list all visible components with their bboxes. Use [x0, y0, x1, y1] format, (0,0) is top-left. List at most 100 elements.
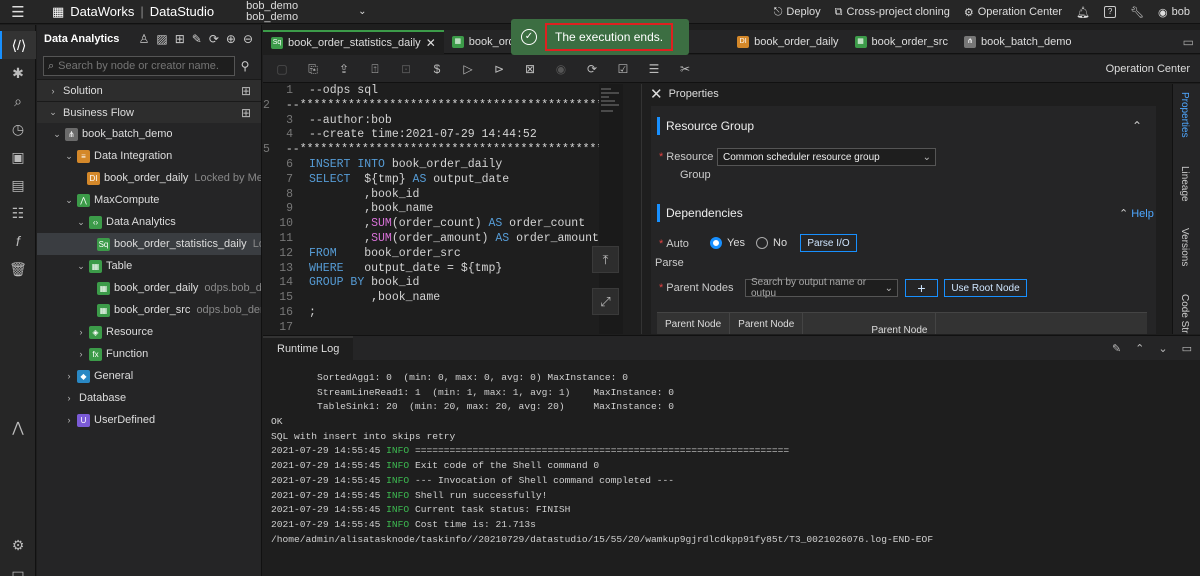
trash-icon[interactable]: 🗑︎ — [0, 255, 36, 283]
chevron-down-icon: ⌄ — [77, 260, 85, 271]
steal-lock-icon[interactable]: ⍐ — [366, 60, 384, 78]
preview-icon[interactable]: ⊠ — [521, 60, 539, 78]
tree-item-table-book-order-daily[interactable]: ▦ book_order_daily odps.bob_demo — [37, 277, 261, 299]
tree-item-function[interactable]: › fx Function — [37, 343, 261, 365]
briefcase-icon[interactable]: ▣ — [0, 143, 36, 171]
save-icon[interactable]: ▢ — [273, 60, 291, 78]
grid-icon[interactable]: ⊞ — [241, 84, 251, 98]
auto-parse-yes-radio[interactable]: Yes — [710, 237, 745, 249]
cross-project-link[interactable]: ⧉ Cross-project cloning — [835, 6, 950, 19]
tree-item-maxcompute[interactable]: ⌄ ⋀ MaxCompute — [37, 189, 261, 211]
pin-icon[interactable]: ✎ — [1112, 342, 1121, 355]
tree-item-table[interactable]: ⌄ ▦ Table — [37, 255, 261, 277]
help-icon[interactable]: ? — [1104, 6, 1117, 18]
tab-code-structure[interactable]: Code Str — [1179, 294, 1190, 333]
tab-book-order-statistics-daily[interactable]: Sq book_order_statistics_daily ✕ — [263, 29, 444, 54]
tree-item-book-order-statistics-daily[interactable]: Sq book_order_statistics_daily Locked — [37, 233, 261, 255]
auto-parse-no-radio[interactable]: No — [756, 237, 787, 249]
operation-center-link[interactable]: ⚙ Operation Center — [964, 6, 1062, 19]
log-line: 2021-07-29 14:55:45 INFO Exit code of th… — [271, 460, 600, 472]
grid-icon[interactable]: ⊞ — [241, 106, 251, 120]
run-icon[interactable]: ▷ — [459, 60, 477, 78]
tree-item-data-integration[interactable]: ⌄ ≡ Data Integration — [37, 145, 261, 167]
parent-node-search[interactable]: Search by output name or outpu ⌄ — [745, 277, 898, 299]
log-line: 2021-07-29 14:55:45 INFO --- Invocation … — [271, 474, 675, 486]
filter-icon[interactable]: ⚲ — [235, 59, 255, 73]
lineage-icon[interactable]: ⋀ — [0, 413, 36, 441]
code-icon[interactable]: ⟨/⟩ — [0, 31, 36, 59]
tab-book-batch-demo[interactable]: ⋔ book_batch_demo — [956, 30, 1080, 54]
cost-estimate-icon[interactable]: $ — [428, 60, 446, 78]
add-parent-button[interactable]: + — [905, 279, 938, 297]
bell-icon[interactable]: 🔔︎ — [1076, 6, 1090, 19]
minimize-icon[interactable]: ⌄ — [1158, 342, 1167, 355]
edit-icon[interactable]: ✎ — [192, 32, 202, 46]
settings-icon[interactable]: ⚙ — [0, 531, 36, 559]
table-icon: ▦ — [854, 35, 867, 48]
operation-center-button[interactable]: Operation Center — [1106, 63, 1190, 75]
use-root-node-button[interactable]: Use Root Node — [944, 279, 1027, 297]
tabs-more-icon[interactable]: ▭ — [1183, 35, 1200, 49]
search-input[interactable] — [58, 60, 219, 72]
chevron-down-icon[interactable]: ⌄ — [358, 6, 366, 17]
person-filter-icon[interactable]: ♙ — [139, 32, 150, 46]
collapse-all-icon[interactable]: ⊖ — [243, 32, 253, 46]
puzzle-icon[interactable]: ✱ — [0, 59, 36, 87]
refresh-icon[interactable]: ⟳ — [209, 32, 219, 46]
tree-item-database[interactable]: › Database — [37, 387, 261, 409]
tab-properties[interactable]: Properties — [1179, 92, 1190, 138]
runtime-log[interactable]: SortedAgg1: 0 (min: 0, max: 0, avg: 0) M… — [263, 361, 1200, 576]
tab-versions[interactable]: Versions — [1179, 228, 1190, 266]
clock-icon[interactable]: ◷ — [0, 115, 36, 143]
list-settings-icon[interactable]: ☷ — [0, 199, 36, 227]
tab-book-order-daily-di[interactable]: DI book_order_daily — [729, 30, 846, 54]
lock-icon[interactable]: ⊡ — [397, 60, 415, 78]
close-icon[interactable]: ✕ — [426, 36, 436, 50]
help-link[interactable]: ⌃ Help — [1119, 207, 1154, 220]
new-file-icon[interactable]: ⊞ — [175, 32, 185, 46]
code-editor[interactable]: 1 --odps sql 2 --*************************… — [263, 84, 599, 334]
tree-item-general[interactable]: › ◆ General — [37, 365, 261, 387]
stop-icon[interactable]: ◉ — [552, 60, 570, 78]
scroll-top-icon[interactable]: ⤒ — [592, 246, 619, 273]
tree-section-business-flow[interactable]: ⌄ Business Flow ⊞ — [37, 101, 261, 123]
search-icon[interactable]: ⌕ — [0, 87, 36, 115]
tree-item-book-batch-demo[interactable]: ⌄ ⋔ book_batch_demo — [37, 123, 261, 145]
tab-book-order-src[interactable]: ▦ book_order_src — [847, 30, 956, 54]
tree-item-data-analytics[interactable]: ⌄ ‹› Data Analytics — [37, 211, 261, 233]
tree-item-book-order-daily-di[interactable]: DI book_order_daily Locked by Me Jul 29 — [37, 167, 261, 189]
tree-item-table-book-order-src[interactable]: ▦ book_order_src odps.bob_demo — [37, 299, 261, 321]
user-menu[interactable]: ◉ bob — [1158, 6, 1190, 19]
locate-icon[interactable]: ⊕ — [226, 32, 236, 46]
tools-icon[interactable]: ✂ — [676, 60, 694, 78]
tree-item-userdefined[interactable]: › U UserDefined — [37, 409, 261, 431]
table-icon[interactable]: ▤ — [0, 171, 36, 199]
chevron-up-icon[interactable]: ⌃ — [1132, 119, 1142, 133]
menu-icon[interactable]: ☰ — [0, 0, 36, 24]
parse-io-button[interactable]: Parse I/O — [800, 234, 857, 252]
save-as-icon[interactable]: ⎘ — [304, 60, 322, 78]
right-panel-tabs: Properties Lineage Versions Code Str — [1172, 84, 1200, 334]
run-with-params-icon[interactable]: ⊳ — [490, 60, 508, 78]
deploy-link[interactable]: ⎋ Deploy — [774, 6, 821, 19]
fullscreen-icon[interactable]: ⤢ — [592, 288, 619, 315]
tab-runtime-log[interactable]: Runtime Log — [263, 335, 354, 361]
workspace-switcher[interactable]: bob_demo bob_demo — [246, 0, 298, 23]
function-icon[interactable]: f — [0, 227, 36, 255]
maximize-icon[interactable]: ⌃ — [1135, 342, 1144, 355]
wrench-icon[interactable]: 🔧︎ — [1130, 6, 1144, 19]
tree-section-solution[interactable]: › Solution ⊞ — [37, 79, 261, 101]
format-icon[interactable]: ☑ — [614, 60, 632, 78]
close-icon[interactable]: ✕ — [650, 85, 663, 103]
image-icon[interactable]: ▨ — [156, 32, 167, 46]
more-icon[interactable]: ▭ — [1182, 342, 1192, 355]
collapse-icon[interactable]: ▭ — [0, 559, 36, 576]
code-structure-icon[interactable]: ☰ — [645, 60, 663, 78]
tab-lineage[interactable]: Lineage — [1179, 166, 1190, 202]
code-line: 7 SELECT ${tmp} AS output_date — [286, 172, 510, 186]
log-line: SortedAgg1: 0 (min: 0, max: 0, avg: 0) M… — [271, 372, 628, 383]
resource-group-select[interactable]: Common scheduler resource group ⌄ — [717, 148, 936, 166]
submit-icon[interactable]: ⇪ — [335, 60, 353, 78]
tree-item-resource[interactable]: › ◈ Resource — [37, 321, 261, 343]
reload-icon[interactable]: ⟳ — [583, 60, 601, 78]
